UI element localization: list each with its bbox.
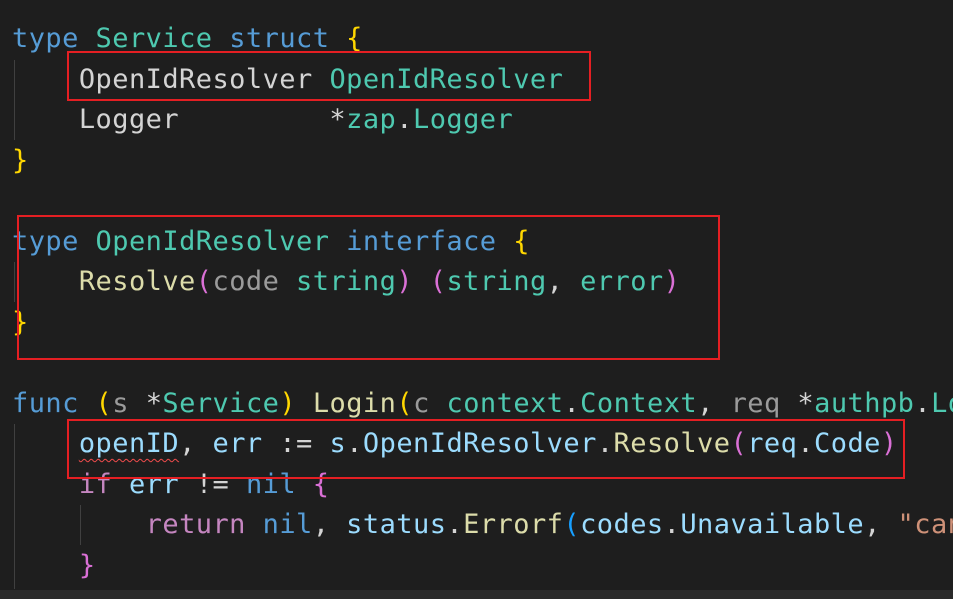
receiver-name: s bbox=[112, 387, 129, 419]
padding bbox=[179, 104, 329, 135]
open-brace: { bbox=[346, 23, 363, 54]
code-line-14[interactable]: } bbox=[12, 546, 96, 587]
highlight-box-field bbox=[67, 51, 591, 101]
param-type: Lo bbox=[931, 387, 953, 419]
method-name: Login bbox=[312, 387, 397, 419]
highlight-box-interface bbox=[17, 215, 720, 360]
function-call: Errorf bbox=[463, 509, 564, 540]
dot: . bbox=[663, 509, 681, 540]
horizontal-scrollbar[interactable] bbox=[0, 590, 953, 599]
comma: , bbox=[312, 509, 330, 540]
dot: . bbox=[914, 387, 932, 419]
paren: ) bbox=[279, 387, 297, 419]
paren: ( bbox=[563, 509, 581, 540]
pointer-star: * bbox=[797, 387, 815, 419]
dot: . bbox=[563, 387, 581, 419]
close-brace: } bbox=[78, 549, 96, 581]
keyword-struct: struct bbox=[229, 23, 330, 54]
highlight-box-call bbox=[67, 419, 905, 479]
type-name: Service bbox=[95, 23, 213, 54]
keyword-type: type bbox=[12, 23, 79, 54]
param-type: Context bbox=[580, 387, 698, 419]
code-editor[interactable]: type Service struct { OpenIdResolver Ope… bbox=[0, 0, 953, 599]
paren: ( bbox=[95, 387, 113, 419]
constant-ref: Unavailable bbox=[680, 509, 865, 540]
package-name: zap bbox=[346, 104, 397, 135]
package-name: context bbox=[446, 387, 564, 419]
keyword-nil: nil bbox=[262, 509, 313, 540]
pointer-star: * bbox=[145, 387, 163, 419]
field-name: Logger bbox=[78, 104, 180, 135]
string-literal: "can bbox=[897, 509, 953, 540]
paren: ( bbox=[396, 387, 414, 419]
package-ref: codes bbox=[580, 509, 664, 540]
code-line-4[interactable]: } bbox=[12, 141, 29, 182]
close-brace: } bbox=[12, 144, 29, 176]
pointer-star: * bbox=[329, 104, 347, 135]
dot: . bbox=[396, 104, 413, 135]
receiver-type: Service bbox=[162, 387, 280, 419]
package-name: authpb bbox=[814, 387, 915, 419]
comma: , bbox=[864, 509, 881, 540]
keyword-return: return bbox=[145, 509, 246, 540]
code-line-13[interactable]: return nil, status.Errorf(codes.Unavaila… bbox=[12, 505, 953, 546]
package-ref: status bbox=[346, 509, 447, 540]
param-name: req bbox=[730, 387, 781, 419]
dot: . bbox=[446, 509, 464, 540]
code-line-3[interactable]: Logger *zap.Logger bbox=[12, 100, 513, 141]
comma: , bbox=[697, 387, 714, 419]
param-name: c bbox=[413, 387, 430, 419]
keyword-func: func bbox=[12, 387, 79, 419]
field-type: Logger bbox=[412, 104, 514, 135]
code-line-10[interactable]: func (s *Service) Login(c context.Contex… bbox=[12, 384, 953, 425]
